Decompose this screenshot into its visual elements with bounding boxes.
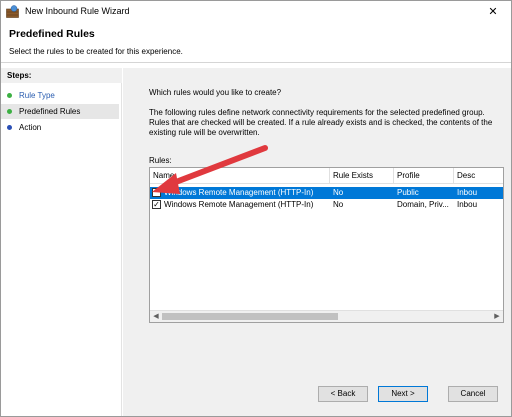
step-label: Predefined Rules: [19, 107, 81, 116]
steps-title: Steps:: [1, 68, 122, 83]
rule-name: Windows Remote Management (HTTP-In): [164, 200, 314, 209]
page-subtitle: Select the rules to be created for this …: [9, 47, 183, 56]
step-label: Rule Type: [19, 91, 55, 100]
step-rule-type[interactable]: Rule Type: [1, 88, 119, 103]
table-header: Name Rule Exists Profile Desc: [150, 168, 503, 184]
rule-exists: No: [333, 200, 344, 209]
description-text: The following rules define network conne…: [149, 108, 493, 137]
window-title: New Inbound Rule Wizard: [25, 6, 130, 16]
step-status-icon: [7, 125, 12, 130]
title-bar: New Inbound Rule Wizard ✕: [1, 1, 511, 23]
step-status-icon: [7, 109, 12, 114]
rules-table[interactable]: Name Rule Exists Profile Desc Windows Re…: [149, 167, 504, 323]
step-action[interactable]: Action: [1, 120, 119, 135]
scroll-right-icon[interactable]: ▶: [491, 311, 503, 322]
scrollbar-thumb[interactable]: [162, 313, 338, 320]
firewall-app-icon: [6, 5, 19, 18]
table-row[interactable]: Windows Remote Management (HTTP-In) No P…: [150, 187, 503, 199]
rule-checkbox[interactable]: ✓: [152, 200, 161, 209]
next-button[interactable]: Next >: [378, 386, 428, 402]
rules-label: Rules:: [149, 156, 172, 165]
wizard-window: New Inbound Rule Wizard ✕ Predefined Rul…: [0, 0, 512, 417]
column-header-description[interactable]: Desc: [454, 168, 503, 184]
rule-exists: No: [333, 188, 344, 197]
back-button[interactable]: < Back: [318, 386, 368, 402]
rule-checkbox[interactable]: [152, 188, 161, 197]
rule-description: Inbou: [457, 188, 478, 197]
rule-description: Inbou: [457, 200, 478, 209]
rule-name: Windows Remote Management (HTTP-In): [164, 188, 314, 197]
question-text: Which rules would you like to create?: [149, 88, 282, 97]
scroll-left-icon[interactable]: ◀: [150, 311, 162, 322]
column-header-profile[interactable]: Profile: [394, 168, 454, 184]
column-header-rule-exists[interactable]: Rule Exists: [330, 168, 394, 184]
step-predefined-rules[interactable]: Predefined Rules: [1, 104, 119, 119]
horizontal-scrollbar[interactable]: ◀ ▶: [150, 310, 503, 322]
close-button[interactable]: ✕: [479, 3, 507, 21]
table-row[interactable]: ✓ Windows Remote Management (HTTP-In) No…: [150, 199, 503, 211]
rule-profile: Domain, Priv...: [397, 200, 449, 209]
rule-profile: Public: [397, 188, 419, 197]
main-content: Which rules would you like to create? Th…: [123, 68, 511, 416]
steps-pane: Steps: Rule Type Predefined Rules Action: [1, 68, 122, 416]
step-label: Action: [19, 123, 42, 132]
page-title: Predefined Rules: [9, 28, 95, 40]
column-header-name[interactable]: Name: [150, 168, 330, 184]
step-status-icon: [7, 93, 12, 98]
wizard-header: Predefined Rules Select the rules to be …: [1, 23, 511, 63]
cancel-button[interactable]: Cancel: [448, 386, 498, 402]
